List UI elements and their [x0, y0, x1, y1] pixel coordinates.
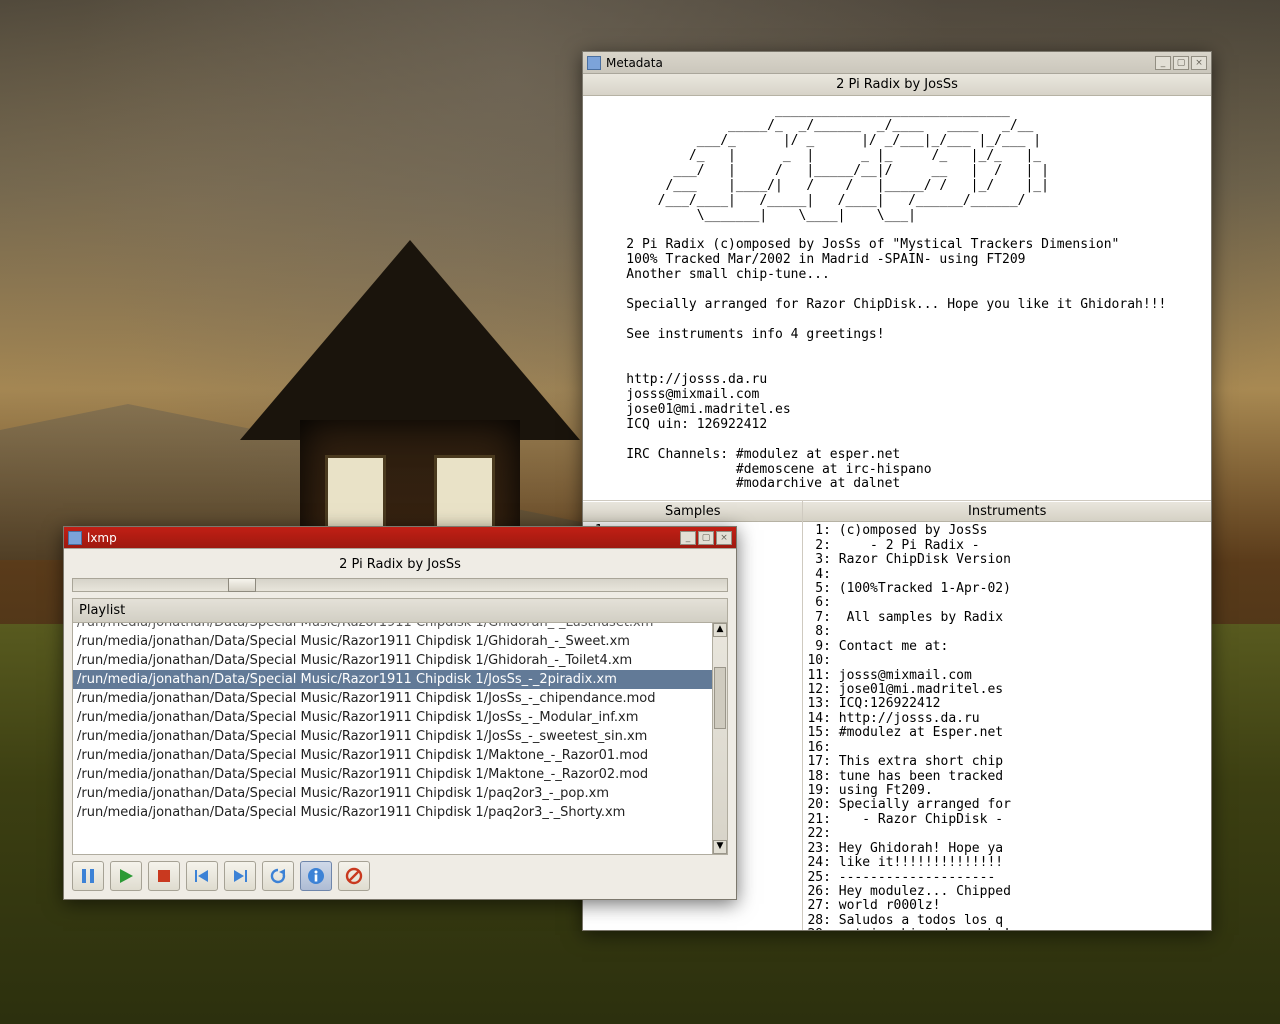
now-playing-label: 2 Pi Radix by JosSs	[64, 549, 736, 578]
lxmp-titlebar[interactable]: lxmp _ ▢ ×	[64, 527, 736, 549]
reload-icon	[269, 867, 287, 885]
close-button[interactable]: ×	[716, 531, 732, 545]
info-button[interactable]	[300, 861, 332, 891]
playlist-item[interactable]: /run/media/jonathan/Data/Special Music/R…	[73, 765, 712, 784]
playlist-item[interactable]: /run/media/jonathan/Data/Special Music/R…	[73, 746, 712, 765]
toolbar	[64, 855, 736, 899]
stop-icon	[155, 867, 173, 885]
reload-button[interactable]	[262, 861, 294, 891]
scroll-up-button[interactable]: ▲	[713, 623, 727, 637]
play-button[interactable]	[110, 861, 142, 891]
playlist-item[interactable]: /run/media/jonathan/Data/Special Music/R…	[73, 689, 712, 708]
stop-button[interactable]	[148, 861, 180, 891]
skip-back-icon	[193, 867, 211, 885]
pause-icon	[79, 867, 97, 885]
metadata-text: ______________________________ _____/_ _…	[583, 96, 1211, 501]
scrollbar[interactable]: ▲ ▼	[712, 623, 727, 854]
playlist[interactable]: /run/media/jonathan/Data/Special Music/R…	[73, 623, 712, 854]
skip-forward-icon	[231, 867, 249, 885]
playlist-item[interactable]: /run/media/jonathan/Data/Special Music/R…	[73, 803, 712, 822]
previous-button[interactable]	[186, 861, 218, 891]
playlist-item[interactable]: /run/media/jonathan/Data/Special Music/R…	[73, 651, 712, 670]
progress-thumb[interactable]	[228, 578, 256, 592]
metadata-subtitle: 2 Pi Radix by JosSs	[583, 74, 1211, 96]
maximize-button[interactable]: ▢	[698, 531, 714, 545]
scrollbar-track[interactable]	[713, 637, 727, 840]
wallpaper-detail	[240, 240, 580, 440]
instruments-list[interactable]: 1: (c)omposed by JosSs 2: - 2 Pi Radix -…	[803, 522, 1211, 930]
close-button[interactable]: ×	[1191, 56, 1207, 70]
playlist-header: Playlist	[72, 598, 728, 622]
lxmp-window: lxmp _ ▢ × 2 Pi Radix by JosSs Playlist …	[63, 526, 737, 900]
playlist-item[interactable]: /run/media/jonathan/Data/Special Music/R…	[73, 632, 712, 651]
next-button[interactable]	[224, 861, 256, 891]
app-icon	[587, 56, 601, 70]
play-icon	[117, 867, 135, 885]
playlist-item[interactable]: /run/media/jonathan/Data/Special Music/R…	[73, 784, 712, 803]
instruments-column: Instruments 1: (c)omposed by JosSs 2: - …	[802, 501, 1211, 930]
playlist-item[interactable]: /run/media/jonathan/Data/Special Music/R…	[73, 708, 712, 727]
maximize-button[interactable]: ▢	[1173, 56, 1189, 70]
progress-slider[interactable]	[72, 578, 728, 592]
metadata-titlebar[interactable]: Metadata _ ▢ ×	[583, 52, 1211, 74]
samples-header: Samples	[583, 501, 802, 522]
remove-button[interactable]	[338, 861, 370, 891]
playlist-item[interactable]: /run/media/jonathan/Data/Special Music/R…	[73, 727, 712, 746]
pause-button[interactable]	[72, 861, 104, 891]
app-icon	[68, 531, 82, 545]
info-icon	[307, 867, 325, 885]
playlist-item[interactable]: /run/media/jonathan/Data/Special Music/R…	[73, 670, 712, 689]
instruments-header: Instruments	[803, 501, 1211, 522]
forbidden-icon	[345, 867, 363, 885]
minimize-button[interactable]: _	[680, 531, 696, 545]
window-title: Metadata	[606, 56, 663, 70]
minimize-button[interactable]: _	[1155, 56, 1171, 70]
playlist-item[interactable]: /run/media/jonathan/Data/Special Music/R…	[73, 623, 712, 632]
scroll-down-button[interactable]: ▼	[713, 840, 727, 854]
window-title: lxmp	[87, 531, 117, 545]
